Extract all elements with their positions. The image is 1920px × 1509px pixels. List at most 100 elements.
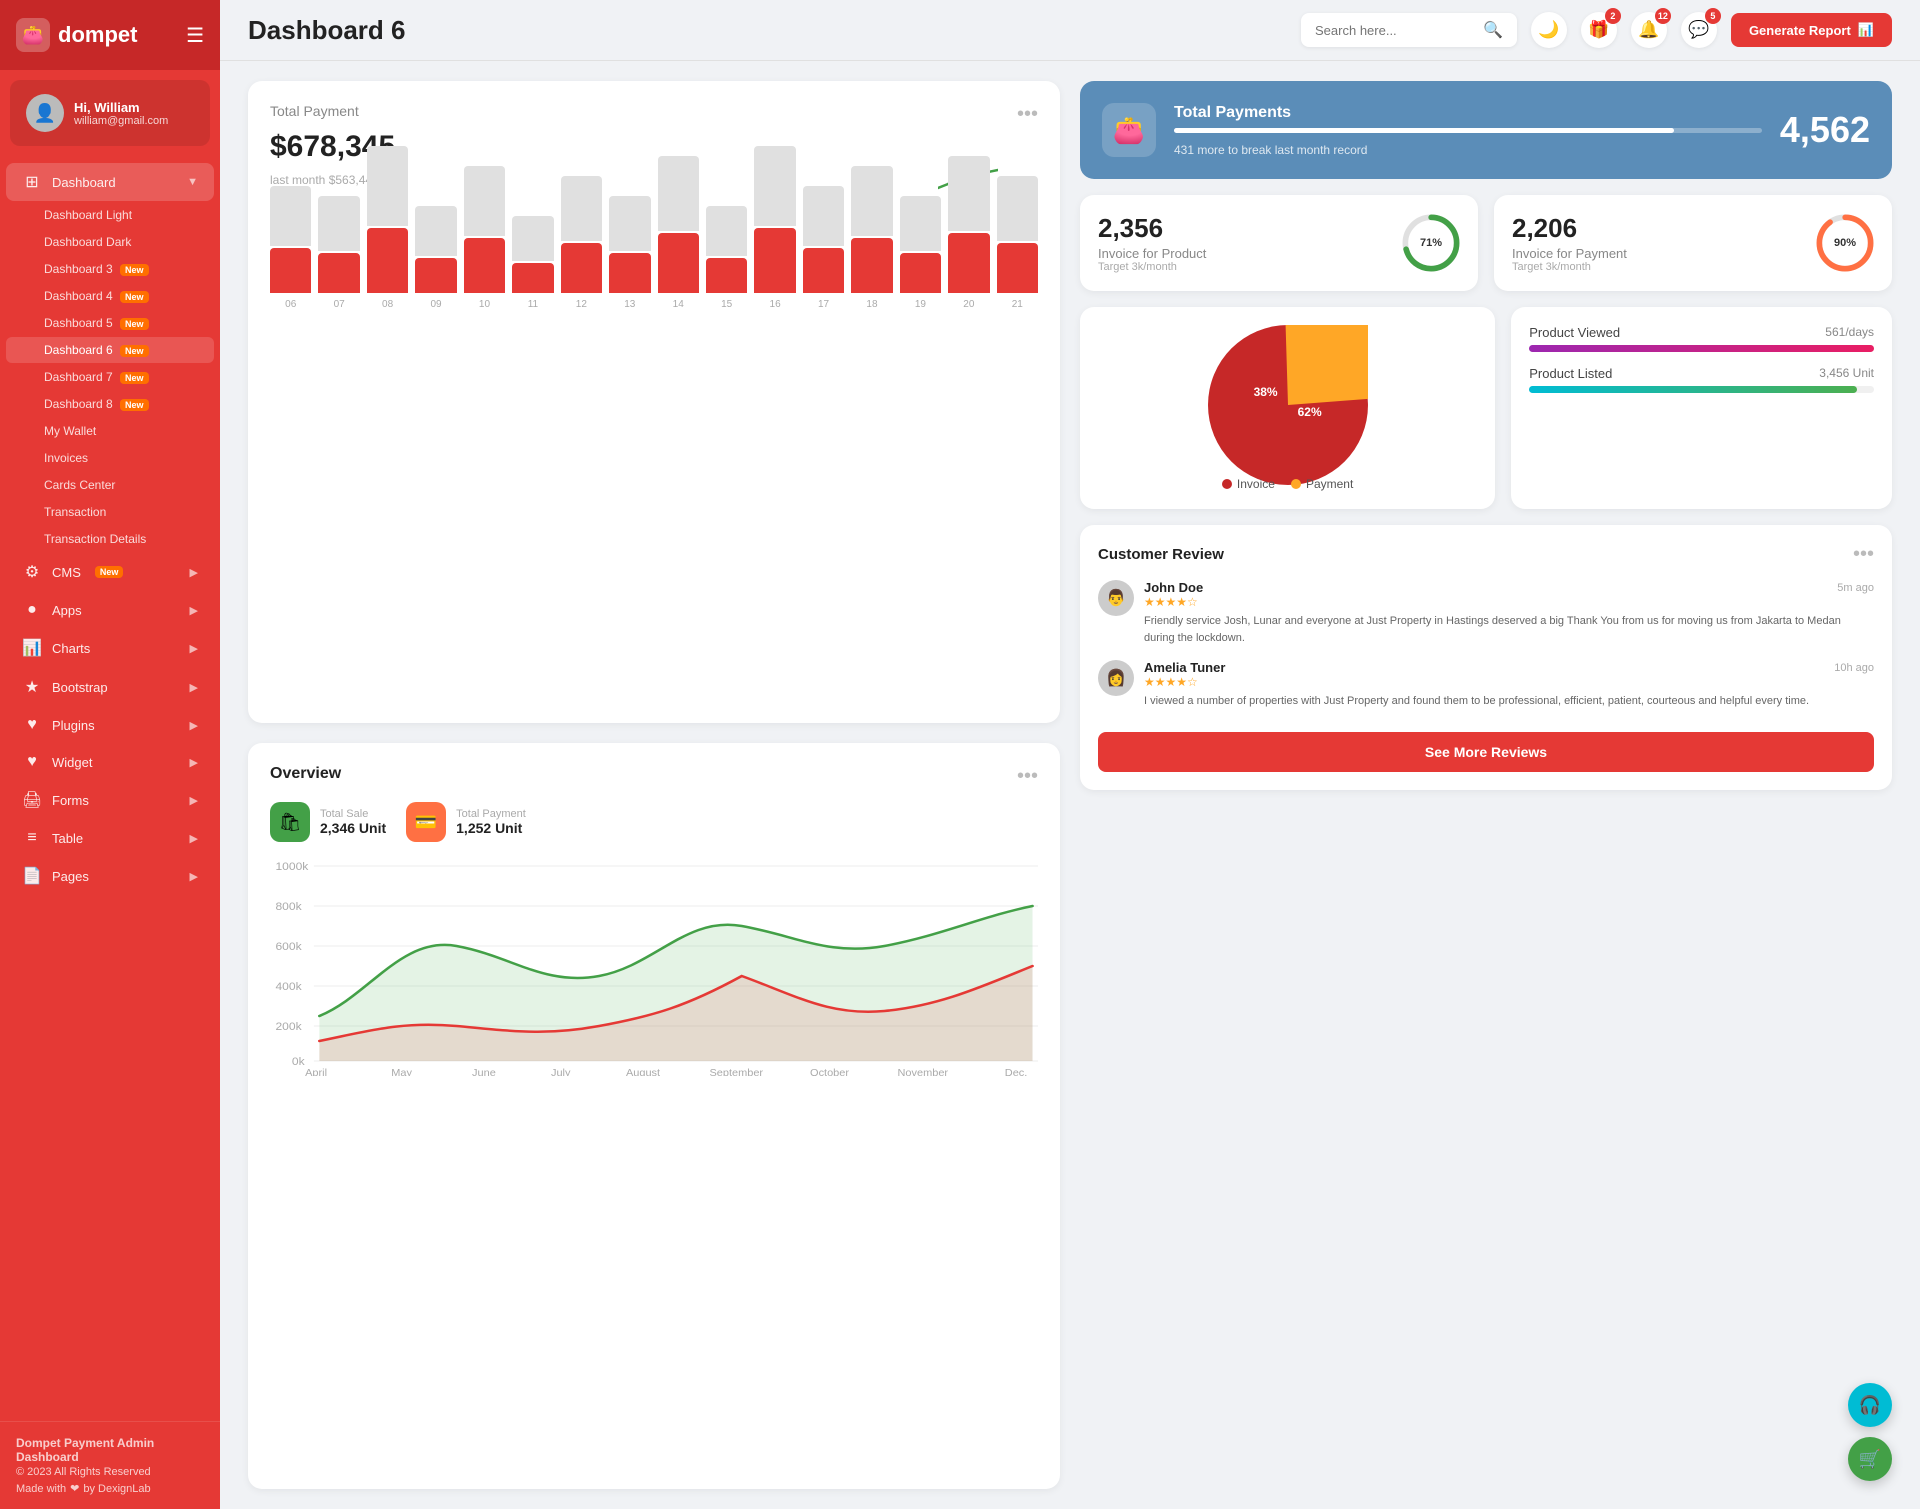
dashboard-label: Dashboard bbox=[52, 175, 116, 190]
bar-group: 18 bbox=[851, 166, 892, 310]
cart-fab-button[interactable]: 🛒 bbox=[1848, 1437, 1892, 1481]
sidebar-item-apps[interactable]: ● Apps ▶ bbox=[6, 592, 214, 628]
invoice-product-donut: 71% bbox=[1402, 214, 1460, 272]
product-listed-progress-fill bbox=[1529, 386, 1857, 393]
svg-text:600k: 600k bbox=[275, 941, 301, 952]
invoice-payment-label: Invoice for Payment bbox=[1512, 246, 1802, 261]
sidebar-item-dashboard-dark[interactable]: Dashboard Dark bbox=[6, 229, 214, 255]
bar-red bbox=[900, 253, 941, 293]
sidebar-logo: 👛 dompet bbox=[16, 18, 137, 52]
sidebar-item-transaction[interactable]: Transaction bbox=[6, 499, 214, 525]
heart-icon: ❤ bbox=[70, 1482, 79, 1495]
invoice-payment-card: 2,206 Invoice for Payment Target 3k/mont… bbox=[1494, 195, 1892, 291]
sidebar-item-dashboard-light[interactable]: Dashboard Light bbox=[6, 202, 214, 228]
product-listed-label: Product Listed bbox=[1529, 366, 1612, 381]
bar-group: 08 bbox=[367, 146, 408, 310]
sidebar-item-dashboard-4[interactable]: Dashboard 4 New bbox=[6, 283, 214, 309]
sidebar-item-bootstrap[interactable]: ★ Bootstrap ▶ bbox=[6, 668, 214, 706]
customer-review-card: Customer Review ••• 👨 John Doe 5m ago ★★… bbox=[1080, 525, 1892, 790]
fab-container: 🎧 🛒 bbox=[1848, 1383, 1892, 1481]
bell-icon: 🔔 bbox=[1638, 20, 1659, 40]
sidebar-item-pages[interactable]: 📄 Pages ▶ bbox=[6, 857, 214, 895]
bar-gray bbox=[367, 146, 408, 226]
sidebar-item-dashboard-5[interactable]: Dashboard 5 New bbox=[6, 310, 214, 336]
chevron-right-icon-widget: ▶ bbox=[190, 756, 198, 769]
charts-label: Charts bbox=[52, 641, 90, 656]
bar-red bbox=[464, 238, 505, 293]
see-more-reviews-button[interactable]: See More Reviews bbox=[1098, 732, 1874, 772]
chevron-right-icon-plugins: ▶ bbox=[190, 719, 198, 732]
sidebar-item-dashboard-6[interactable]: Dashboard 6 New bbox=[6, 337, 214, 363]
invoice-row: 2,356 Invoice for Product Target 3k/mont… bbox=[1080, 195, 1892, 291]
brand-name: dompet bbox=[58, 22, 137, 48]
sidebar-item-transaction-details[interactable]: Transaction Details bbox=[6, 526, 214, 552]
bar-gray bbox=[997, 176, 1038, 241]
payment-icon: 💳 bbox=[406, 802, 446, 842]
pages-icon: 📄 bbox=[22, 866, 42, 886]
review-title: Customer Review bbox=[1098, 546, 1224, 563]
sidebar-item-invoices[interactable]: Invoices bbox=[6, 445, 214, 471]
svg-text:November: November bbox=[898, 1068, 949, 1076]
bar-red bbox=[803, 248, 844, 293]
dashboard-icon: ⊞ bbox=[22, 172, 42, 192]
blue-card-subtitle: 431 more to break last month record bbox=[1174, 143, 1762, 157]
cms-icon: ⚙ bbox=[22, 562, 42, 582]
moon-icon: 🌙 bbox=[1538, 20, 1559, 40]
gift-button[interactable]: 🎁 2 bbox=[1581, 12, 1617, 48]
hamburger-button[interactable]: ☰ bbox=[186, 23, 204, 48]
support-fab-button[interactable]: 🎧 bbox=[1848, 1383, 1892, 1427]
sidebar-menu: ⊞ Dashboard ▼ Dashboard Light Dashboard … bbox=[0, 156, 220, 1421]
more-options-button[interactable]: ••• bbox=[1017, 103, 1038, 126]
sidebar-item-cms[interactable]: ⚙ CMS New ▶ bbox=[6, 553, 214, 591]
sidebar-item-dashboard-8[interactable]: Dashboard 8 New bbox=[6, 391, 214, 417]
product-viewed-label: Product Viewed bbox=[1529, 325, 1620, 340]
bar-gray bbox=[415, 206, 456, 256]
svg-text:200k: 200k bbox=[275, 1021, 301, 1032]
notifications-button[interactable]: 🔔 12 bbox=[1631, 12, 1667, 48]
overview-title: Overview bbox=[270, 765, 341, 783]
overview-more-options-button[interactable]: ••• bbox=[1017, 765, 1038, 788]
theme-toggle-button[interactable]: 🌙 bbox=[1531, 12, 1567, 48]
forms-icon: 🖨 bbox=[22, 790, 42, 810]
sidebar-item-dashboard-7[interactable]: Dashboard 7 New bbox=[6, 364, 214, 390]
product-viewed-value: 561/days bbox=[1825, 325, 1874, 340]
bar-label: 21 bbox=[1012, 299, 1023, 310]
bar-label: 09 bbox=[430, 299, 441, 310]
product-listed-metric: Product Listed 3,456 Unit bbox=[1529, 366, 1874, 393]
generate-report-button[interactable]: Generate Report 📊 bbox=[1731, 13, 1892, 47]
svg-text:July: July bbox=[551, 1068, 571, 1076]
bar-red bbox=[609, 253, 650, 293]
invoice-product-card: 2,356 Invoice for Product Target 3k/mont… bbox=[1080, 195, 1478, 291]
bar-label: 14 bbox=[673, 299, 684, 310]
review-time-amelia: 10h ago bbox=[1834, 662, 1874, 674]
sidebar-item-forms[interactable]: 🖨 Forms ▶ bbox=[6, 781, 214, 819]
bar-group: 13 bbox=[609, 196, 650, 310]
search-input[interactable] bbox=[1315, 23, 1475, 38]
messages-button[interactable]: 💬 5 bbox=[1681, 12, 1717, 48]
sidebar-item-charts[interactable]: 📊 Charts ▶ bbox=[6, 629, 214, 667]
forms-label: Forms bbox=[52, 793, 89, 808]
bar-label: 11 bbox=[528, 299, 538, 310]
chevron-right-icon-apps: ▶ bbox=[190, 604, 198, 617]
svg-text:September: September bbox=[709, 1068, 763, 1076]
sidebar-item-my-wallet[interactable]: My Wallet bbox=[6, 418, 214, 444]
bar-gray bbox=[658, 156, 699, 231]
bar-label: 13 bbox=[624, 299, 635, 310]
sidebar-item-cards-center[interactable]: Cards Center bbox=[6, 472, 214, 498]
sidebar-item-table[interactable]: ≡ Table ▶ bbox=[6, 820, 214, 856]
bar-group: 12 bbox=[561, 176, 602, 310]
pages-label: Pages bbox=[52, 869, 89, 884]
bar-group: 10 bbox=[464, 166, 505, 310]
blue-payments-card: 👛 Total Payments 431 more to break last … bbox=[1080, 81, 1892, 179]
review-more-options-button[interactable]: ••• bbox=[1853, 543, 1874, 566]
product-listed-progress-bg bbox=[1529, 386, 1874, 393]
sidebar-item-dashboard[interactable]: ⊞ Dashboard ▼ bbox=[6, 163, 214, 201]
svg-text:June: June bbox=[472, 1068, 496, 1076]
review-stars-john: ★★★★☆ bbox=[1144, 595, 1874, 609]
sidebar-item-dashboard-3[interactable]: Dashboard 3 New bbox=[6, 256, 214, 282]
table-label: Table bbox=[52, 831, 83, 846]
sidebar-item-plugins[interactable]: ♥ Plugins ▶ bbox=[6, 707, 214, 743]
reviewer-name-john: John Doe bbox=[1144, 580, 1203, 595]
sidebar-item-widget[interactable]: ♥ Widget ▶ bbox=[6, 744, 214, 780]
search-box[interactable]: 🔍 bbox=[1301, 13, 1517, 47]
